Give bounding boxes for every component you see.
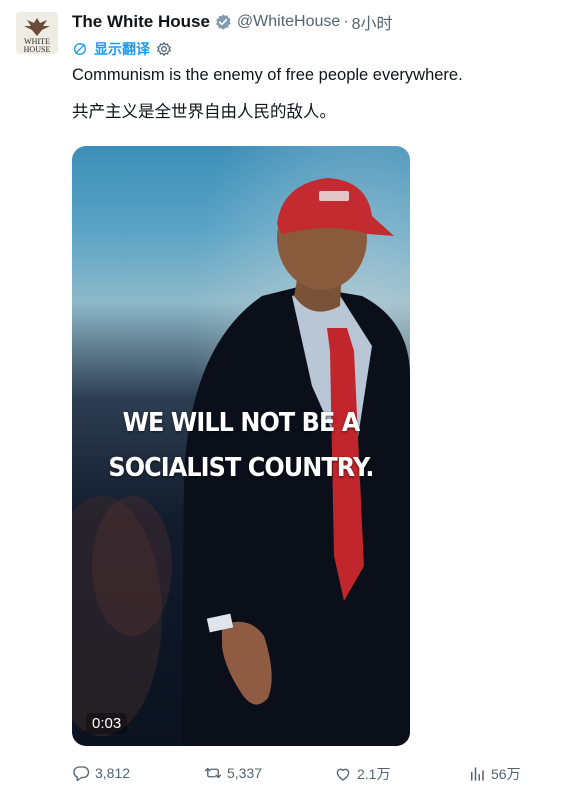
show-translation-button[interactable]: 显示翻译 [94, 39, 150, 59]
post-timestamp[interactable]: 8小时 [352, 10, 393, 34]
repost-button[interactable]: 5,337 [204, 764, 262, 782]
avatar[interactable]: WHITE HOUSE [16, 12, 58, 54]
video-duration: 0:03 [86, 713, 128, 734]
video-caption-line-1: WE WILL NOT BE A [122, 408, 361, 438]
translate-icon [74, 43, 86, 55]
post-header: The White House @WhiteHouse · 8小时 [72, 10, 393, 34]
translate-row: 显示翻译 [72, 39, 172, 59]
like-count: 2.1万 [357, 766, 391, 782]
reply-count: 3,812 [95, 765, 131, 781]
author-handle[interactable]: @WhiteHouse [237, 13, 340, 31]
action-bar: 3,812 5,337 2.1万 56万 [72, 764, 532, 788]
post-text-chinese: 共产主义是全世界自由人民的敌人。 [72, 103, 336, 121]
views-button[interactable]: 56万 [468, 764, 521, 784]
like-icon [336, 768, 350, 781]
repost-count: 5,337 [227, 765, 263, 781]
verified-badge-icon[interactable] [214, 13, 232, 31]
reply-button[interactable]: 3,812 [72, 764, 130, 782]
avatar-wordmark: WHITE HOUSE [23, 37, 51, 54]
like-button[interactable]: 2.1万 [334, 764, 390, 784]
video-player[interactable]: WE WILL NOT BE A SOCIALIST COUNTRY. 0:03 [72, 146, 410, 746]
views-count: 56万 [491, 766, 521, 782]
repost-icon [204, 767, 222, 779]
author-name[interactable]: The White House [72, 12, 210, 32]
video-frame-figure [72, 146, 410, 746]
views-icon [471, 767, 484, 781]
video-caption-line-2: SOCIALIST COUNTRY. [108, 453, 374, 483]
gear-icon[interactable] [156, 41, 172, 57]
post-text-english: Communism is the enemy of free people ev… [72, 66, 463, 84]
reply-icon [73, 766, 90, 782]
separator-dot: · [343, 13, 349, 30]
